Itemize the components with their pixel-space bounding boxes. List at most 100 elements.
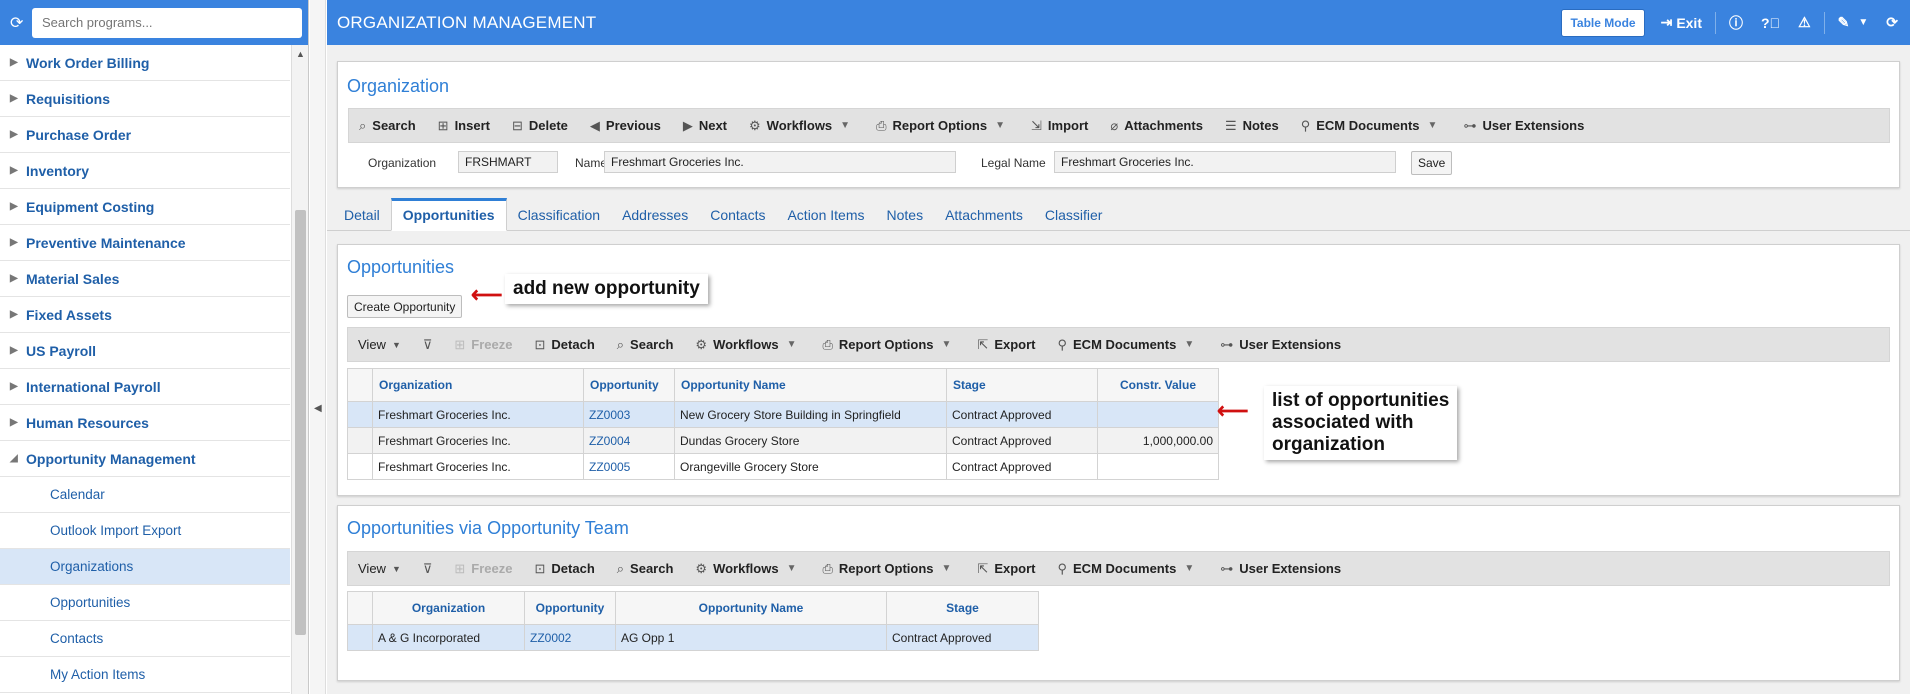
search-button[interactable]: ⌕ Search — [617, 561, 674, 577]
table-row[interactable]: A & G Incorporated ZZ0002 AG Opp 1 Contr… — [347, 624, 1039, 651]
chevron-down-icon[interactable]: ▼ — [942, 563, 952, 574]
attachments-button[interactable]: ⌀ Attachments — [1110, 118, 1203, 134]
freeze-button[interactable]: ⊞ Freeze — [454, 337, 512, 353]
menu-us-payroll[interactable]: ▶ US Payroll — [0, 333, 290, 369]
report-options-button[interactable]: ⎙ Report Options — [876, 118, 987, 134]
chevron-down-icon[interactable]: ▼ — [787, 339, 797, 350]
cell-opportunity-link[interactable]: ZZ0003 — [583, 401, 675, 428]
submenu-organizations[interactable]: Organizations — [0, 549, 290, 585]
column-header[interactable]: Organization — [372, 368, 584, 402]
ecm-documents-button[interactable]: ⚲ ECM Documents — [1057, 561, 1176, 577]
table-row[interactable]: Freshmart Groceries Inc. ZZ0005 Orangevi… — [347, 453, 1219, 480]
tab-attachments[interactable]: Attachments — [934, 200, 1034, 230]
menu-material-sales[interactable]: ▶ Material Sales — [0, 261, 290, 297]
scrollbar-thumb[interactable] — [295, 210, 306, 635]
refresh-icon[interactable]: ⟳ — [10, 13, 32, 33]
tab-classification[interactable]: Classification — [507, 200, 611, 230]
help-icon[interactable]: ?⃝ — [1761, 15, 1780, 31]
filter-button[interactable]: ⊽ — [423, 337, 433, 353]
name-field[interactable]: Freshmart Groceries Inc. — [604, 151, 956, 173]
cell-opportunity-link[interactable]: ZZ0005 — [583, 453, 675, 480]
warning-icon[interactable]: ⚠ — [1798, 14, 1811, 31]
menu-opportunity-management[interactable]: ◢ Opportunity Management — [0, 441, 290, 477]
notes-button[interactable]: ☰ Notes — [1225, 118, 1279, 134]
column-header[interactable]: Opportunity Name — [674, 368, 947, 402]
column-header[interactable]: Stage — [886, 591, 1039, 625]
chevron-down-icon[interactable]: ▼ — [1184, 563, 1194, 574]
tab-opportunities[interactable]: Opportunities — [390, 198, 507, 231]
scroll-up-icon[interactable]: ▲ — [296, 49, 305, 59]
chevron-down-icon[interactable]: ▼ — [1428, 120, 1438, 131]
workflows-button[interactable]: ⚙ Workflows — [695, 337, 778, 353]
tab-classifier[interactable]: Classifier — [1034, 200, 1114, 230]
chevron-down-icon[interactable]: ▼ — [787, 563, 797, 574]
menu-work-order-billing[interactable]: ▶ Work Order Billing — [0, 45, 290, 81]
row-selector[interactable] — [347, 624, 373, 651]
filter-button[interactable]: ⊽ — [423, 561, 433, 577]
chevron-down-icon[interactable]: ▼ — [942, 339, 952, 350]
column-header[interactable]: Opportunity Name — [615, 591, 887, 625]
tab-addresses[interactable]: Addresses — [611, 200, 699, 230]
row-selector[interactable] — [347, 453, 373, 480]
cell-opportunity-link[interactable]: ZZ0004 — [583, 427, 675, 454]
legal-name-field[interactable]: Freshmart Groceries Inc. — [1054, 151, 1396, 173]
freeze-button[interactable]: ⊞ Freeze — [454, 561, 512, 577]
workflows-button[interactable]: ⚙ Workflows — [749, 118, 832, 134]
organization-field[interactable]: FRSHMART — [458, 151, 558, 173]
report-options-button[interactable]: ⎙ Report Options — [822, 337, 933, 353]
menu-requisitions[interactable]: ▶ Requisitions — [0, 81, 290, 117]
user-extensions-button[interactable]: ⊶ User Extensions — [1220, 337, 1341, 353]
import-button[interactable]: ⇲ Import — [1031, 118, 1088, 134]
menu-international-payroll[interactable]: ▶ International Payroll — [0, 369, 290, 405]
submenu-outlook-import-export[interactable]: Outlook Import Export — [0, 513, 290, 549]
view-menu[interactable]: View ▼ — [358, 561, 401, 576]
submenu-opportunities[interactable]: Opportunities — [0, 585, 290, 621]
column-header[interactable]: Opportunity — [524, 591, 616, 625]
menu-human-resources[interactable]: ▶ Human Resources — [0, 405, 290, 441]
table-row[interactable]: Freshmart Groceries Inc. ZZ0004 Dundas G… — [347, 427, 1219, 454]
search-programs-input[interactable] — [32, 7, 302, 38]
search-button[interactable]: ⌕ Search — [359, 118, 416, 134]
column-header[interactable]: Organization — [372, 591, 525, 625]
collapse-arrow-icon[interactable]: ◀ — [314, 403, 322, 414]
menu-preventive-maintenance[interactable]: ▶ Preventive Maintenance — [0, 225, 290, 261]
submenu-calendar[interactable]: Calendar — [0, 477, 290, 513]
ecm-documents-button[interactable]: ⚲ ECM Documents — [1057, 337, 1176, 353]
column-header[interactable]: Opportunity — [583, 368, 675, 402]
table-mode-button[interactable]: Table Mode — [1561, 8, 1645, 37]
tab-notes[interactable]: Notes — [876, 200, 935, 230]
row-selector[interactable] — [347, 401, 373, 428]
chevron-down-icon[interactable]: ▼ — [840, 120, 850, 131]
tab-action-items[interactable]: Action Items — [776, 200, 875, 230]
menu-purchase-order[interactable]: ▶ Purchase Order — [0, 117, 290, 153]
row-selector[interactable] — [347, 427, 373, 454]
edit-note-icon[interactable]: ✎ — [1838, 14, 1850, 31]
create-opportunity-button[interactable]: Create Opportunity — [347, 295, 463, 318]
exit-button[interactable]: ⇥ Exit — [1661, 14, 1702, 31]
view-menu[interactable]: View ▼ — [358, 337, 401, 352]
tab-contacts[interactable]: Contacts — [699, 200, 776, 230]
detach-button[interactable]: ⊡ Detach — [535, 337, 595, 353]
delete-button[interactable]: ⊟ Delete — [512, 118, 568, 134]
chevron-down-icon[interactable]: ▼ — [1184, 339, 1194, 350]
submenu-my-action-items[interactable]: My Action Items — [0, 657, 290, 693]
previous-button[interactable]: ◀ Previous — [590, 118, 661, 134]
next-button[interactable]: ▶ Next — [683, 118, 727, 134]
refresh-icon[interactable]: ⟳ — [1886, 14, 1898, 31]
ecm-documents-button[interactable]: ⚲ ECM Documents — [1301, 118, 1420, 134]
user-extensions-button[interactable]: ⊶ User Extensions — [1463, 118, 1584, 134]
tab-detail[interactable]: Detail — [333, 200, 391, 230]
chevron-down-icon[interactable]: ▼ — [1858, 17, 1868, 28]
sidebar-scrollbar[interactable]: ▲ — [291, 45, 308, 694]
chevron-down-icon[interactable]: ▼ — [995, 120, 1005, 131]
search-button[interactable]: ⌕ Search — [617, 337, 674, 353]
report-options-button[interactable]: ⎙ Report Options — [822, 561, 933, 577]
menu-fixed-assets[interactable]: ▶ Fixed Assets — [0, 297, 290, 333]
submenu-contacts[interactable]: Contacts — [0, 621, 290, 657]
detach-button[interactable]: ⊡ Detach — [535, 561, 595, 577]
workflows-button[interactable]: ⚙ Workflows — [695, 561, 778, 577]
info-icon[interactable]: ⓘ — [1729, 13, 1743, 33]
cell-opportunity-link[interactable]: ZZ0002 — [524, 624, 616, 651]
export-button[interactable]: ⇱ Export — [977, 337, 1035, 353]
save-button[interactable]: Save — [1411, 151, 1453, 175]
